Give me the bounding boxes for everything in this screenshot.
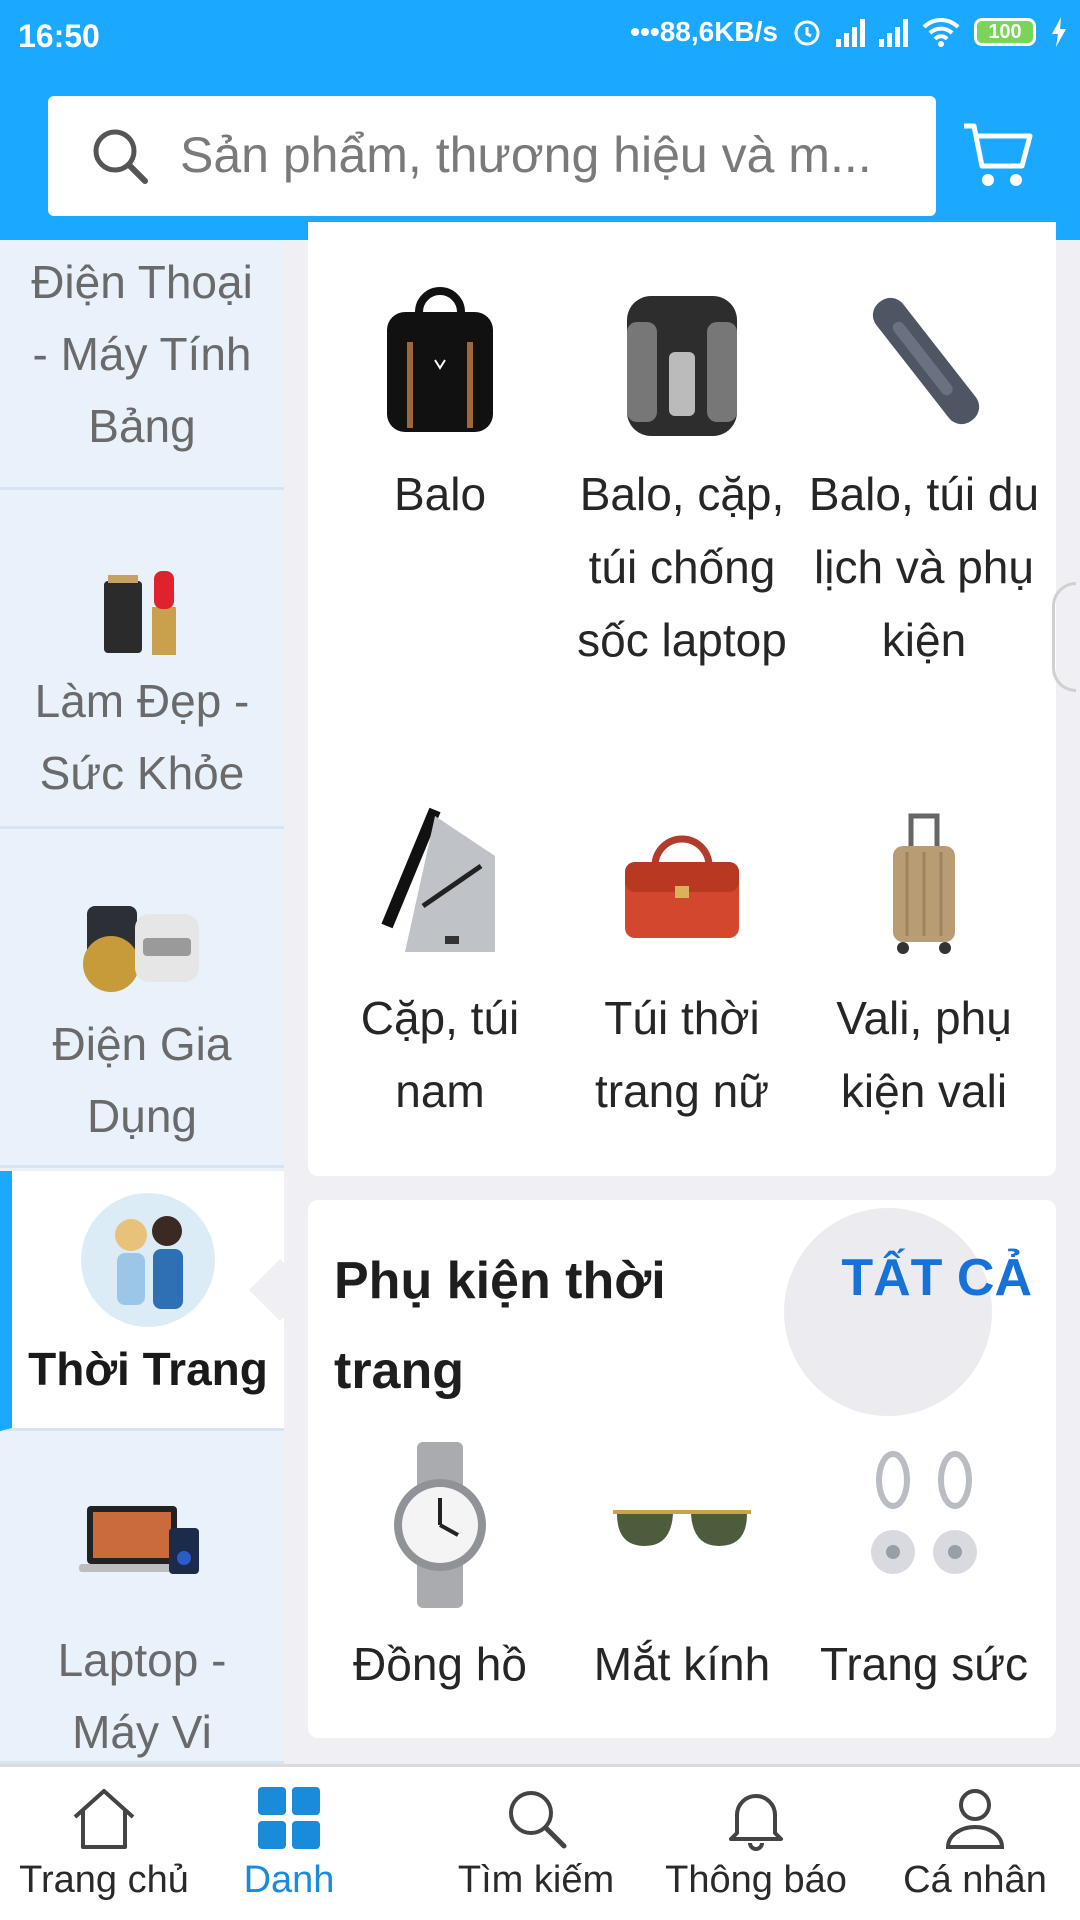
handbag-icon <box>625 835 739 938</box>
signal-icon-2 <box>879 17 908 47</box>
nav-profile[interactable]: Cá nhân <box>890 1785 1060 1902</box>
wifi-icon <box>922 17 960 47</box>
network-speed: •••88,6KB/s <box>630 16 778 47</box>
app-header: 16:50 •••88,6KB/s 100 Sản phẩm, thương h… <box>0 0 1080 240</box>
suitcase-icon <box>893 813 955 954</box>
category-grid-icon <box>258 1787 320 1849</box>
alarm-icon <box>794 20 820 46</box>
nav-home[interactable]: Trang chủ <box>14 1785 194 1902</box>
subcategory-item[interactable]: Túi thời trang nữ <box>562 806 802 1128</box>
status-indicators: •••88,6KB/s 100 <box>630 16 1068 48</box>
charging-icon <box>1052 17 1066 47</box>
home-icon <box>73 1789 135 1849</box>
nav-label: Thông báo <box>665 1859 847 1901</box>
subcategory-label: Trang sức <box>819 1638 1029 1690</box>
sidebar-item-label: Làm Đẹp - Sức Khỏe <box>34 675 250 799</box>
search-placeholder: Sản phẩm, thương hiệu và m... <box>180 127 872 183</box>
status-time: 16:50 <box>18 18 100 54</box>
subcategory-item[interactable]: Mắt kính <box>562 1440 802 1701</box>
status-bar: 16:50 •••88,6KB/s 100 <box>0 0 1080 72</box>
signal-icon <box>836 17 865 47</box>
bags-panel: Balo Balo, cặp, túi chống sốc laptop Bal… <box>308 222 1056 1176</box>
nav-label: Cá nhân <box>903 1859 1047 1901</box>
fashion-couple-icon <box>81 1193 215 1327</box>
battery-indicator: 100 <box>974 18 1036 46</box>
nav-label: Trang chủ <box>19 1859 189 1901</box>
search-icon <box>93 129 148 184</box>
subcategory-item[interactable]: Đồng hồ <box>320 1440 560 1701</box>
laptop-backpack-icon <box>627 296 737 436</box>
backpack-icon <box>387 287 493 432</box>
subcategory-label: Mắt kính <box>593 1638 771 1690</box>
subcategory-label: Vali, phụ kiện vali <box>836 992 1012 1117</box>
bottom-navigation: Trang chủ Danh Tìm kiếm Thông báo Cá nhâ… <box>0 1764 1080 1920</box>
subcategory-label: Túi thời trang nữ <box>594 992 769 1117</box>
subcategory-item[interactable]: Trang sức <box>804 1440 1044 1701</box>
sidebar-item-phones[interactable]: Điện Thoại - Máy Tính Bảng <box>0 240 284 490</box>
subcategory-label: Cặp, túi nam <box>360 992 520 1117</box>
subcategory-item[interactable]: Balo, túi du lịch và phụ kiện <box>804 282 1044 677</box>
user-icon <box>945 1789 1005 1849</box>
sidebar-item-label: Thời Trang <box>28 1343 268 1395</box>
scroll-handle[interactable] <box>1052 582 1076 692</box>
nav-notifications[interactable]: Thông báo <box>656 1785 856 1902</box>
subcategory-item[interactable]: Balo <box>320 282 560 531</box>
sidebar-item-laptop[interactable]: Laptop - Máy Vi <box>0 1434 284 1764</box>
subcategory-item[interactable]: Balo, cặp, túi chống sốc laptop <box>562 282 802 677</box>
sidebar-item-label: Điện Thoại - Máy Tính Bảng <box>31 256 253 452</box>
sidebar-item-beauty[interactable]: Làm Đẹp - Sức Khỏe <box>0 493 284 829</box>
sunglasses-icon <box>613 1510 751 1546</box>
bell-icon <box>729 1794 783 1851</box>
rice-cooker-icon <box>83 906 199 992</box>
laptop-icon <box>79 1506 199 1574</box>
sidebar-item-appliances[interactable]: Điện Gia Dụng <box>0 832 284 1168</box>
watch-icon <box>394 1442 486 1608</box>
cosmetics-icon <box>104 571 176 655</box>
category-sidebar: Điện Thoại - Máy Tính Bảng Làm Đẹp - Sức… <box>0 240 284 1764</box>
nav-category[interactable]: Danh <box>224 1785 354 1902</box>
section-title: Phụ kiện thời trang <box>334 1252 666 1400</box>
sidebar-item-fashion[interactable]: Thời Trang <box>0 1171 284 1431</box>
see-all-ripple <box>784 1208 992 1416</box>
subcategory-label: Balo <box>393 468 487 520</box>
nav-label: Danh <box>243 1859 335 1901</box>
subcategory-label: Balo, túi du lịch và phụ kiện <box>808 468 1040 666</box>
subcategory-label: Balo, cặp, túi chống sốc laptop <box>577 468 787 666</box>
sidebar-item-label: Điện Gia Dụng <box>52 1018 232 1142</box>
nav-search[interactable]: Tìm kiếm <box>446 1785 626 1902</box>
see-all-button[interactable]: TẤT CẢ <box>841 1248 1032 1308</box>
earrings-icon <box>871 1451 977 1574</box>
cart-icon[interactable] <box>960 118 1036 194</box>
sling-bag-icon <box>381 807 495 952</box>
subcategory-item[interactable]: Vali, phụ kiện vali <box>804 806 1044 1128</box>
accessories-panel: Phụ kiện thời trang TẤT CẢ Đồng hồ Mắt k… <box>308 1200 1056 1738</box>
nav-label: Tìm kiếm <box>457 1859 615 1901</box>
search-input[interactable]: Sản phẩm, thương hiệu và m... <box>48 96 936 216</box>
travel-accessory-icon <box>872 297 980 425</box>
subcategory-item[interactable]: Cặp, túi nam <box>320 806 560 1128</box>
sidebar-item-label: Laptop - Máy Vi <box>57 1634 227 1758</box>
subcategory-label: Đồng hồ <box>353 1638 527 1690</box>
search-icon <box>509 1791 567 1849</box>
